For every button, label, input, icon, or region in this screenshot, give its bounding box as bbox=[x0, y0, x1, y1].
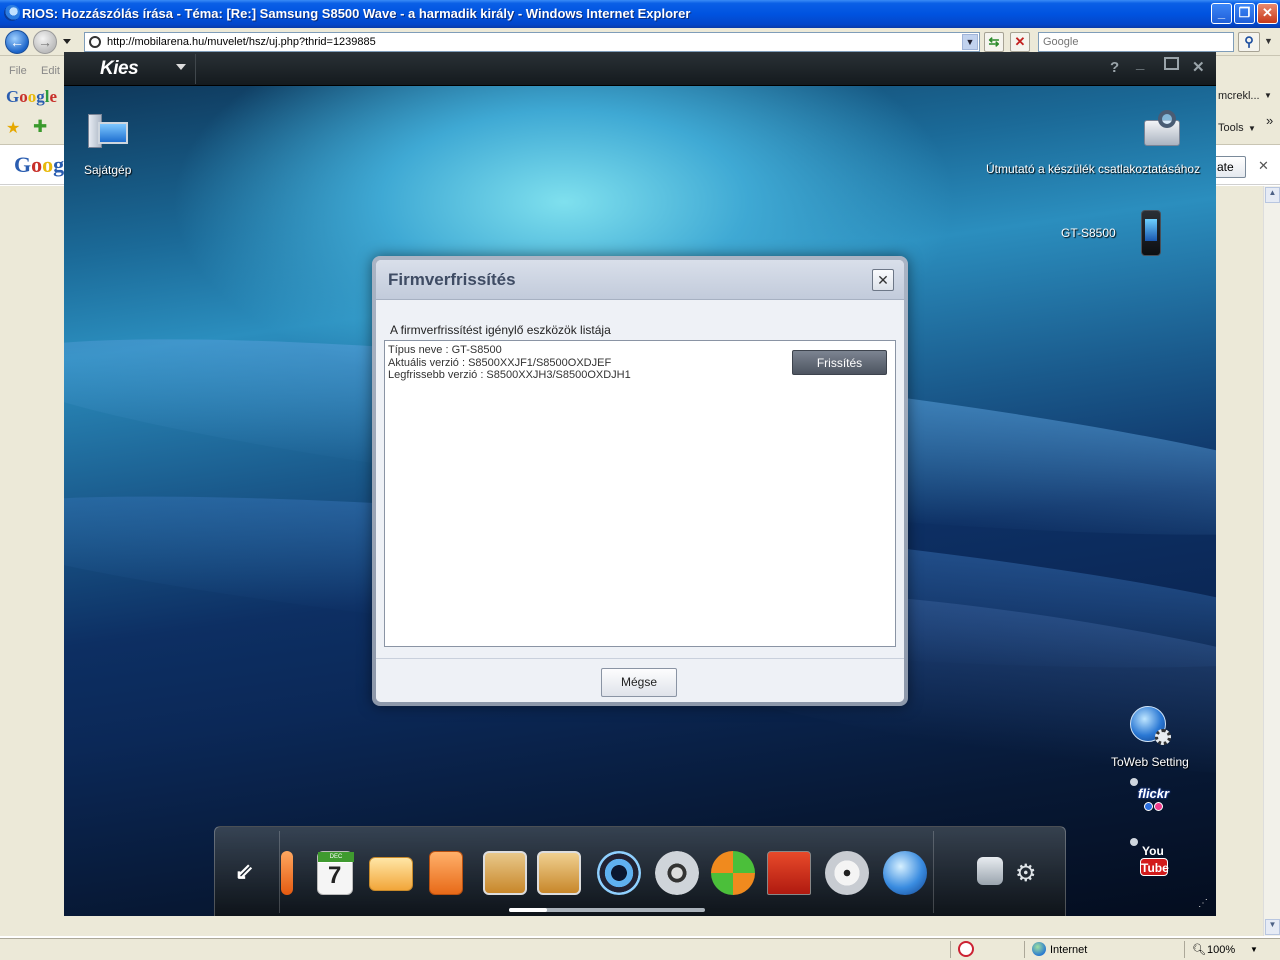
kies-window: Kies ? _ ✕ Sajátgép Útmutató a készülék … bbox=[64, 52, 1216, 916]
firmware-dialog: Firmverfrissítés ✕ A firmverfrissítést i… bbox=[372, 256, 908, 706]
kies-menu-dropdown-icon bbox=[176, 64, 186, 70]
latest-version: Legfrissebb verzió : S8500XXJH3/S8500OXD… bbox=[388, 369, 631, 381]
video-icon[interactable] bbox=[655, 851, 699, 895]
youtube-label-bottom: Tube bbox=[1140, 858, 1169, 876]
youtube-label-top: You bbox=[1142, 844, 1164, 858]
favorites-star-icon[interactable]: ★ bbox=[6, 118, 20, 138]
photo-edit-icon[interactable] bbox=[537, 851, 581, 895]
search-input[interactable] bbox=[1043, 34, 1223, 50]
more-chevron-icon[interactable]: » bbox=[1266, 113, 1273, 128]
dialog-footer: Mégse bbox=[376, 658, 904, 702]
flickr-icon[interactable]: flickr bbox=[1136, 786, 1176, 816]
google-toolbar-overflow[interactable]: mcrekl... bbox=[1218, 90, 1260, 102]
kies-logo: Kies bbox=[100, 58, 139, 79]
resize-grip-icon[interactable]: ⋰ bbox=[1198, 898, 1208, 909]
search-options-icon[interactable]: ▼ bbox=[1264, 36, 1273, 46]
back-button[interactable]: ← bbox=[5, 30, 29, 54]
youtube-icon[interactable]: You Tube bbox=[1140, 844, 1170, 880]
dock-scrollbar[interactable] bbox=[509, 908, 705, 912]
current-version: Aktuális verzió : S8500XXJF1/S8500OXDJEF bbox=[388, 357, 612, 369]
calendar-icon[interactable]: DEC 7 bbox=[317, 851, 354, 895]
guide-label: Útmutató a készülék csatlakoztatásához bbox=[986, 162, 1201, 176]
import-export-icon[interactable]: ⇙ bbox=[235, 859, 253, 885]
vertical-scrollbar[interactable]: ▲ ▼ bbox=[1263, 186, 1280, 936]
mail-icon[interactable] bbox=[369, 857, 413, 891]
address-dropdown-icon[interactable]: ▼ bbox=[962, 34, 978, 50]
cancel-button[interactable]: Mégse bbox=[601, 668, 677, 697]
guide-icon[interactable] bbox=[1142, 110, 1186, 150]
blocked-icon[interactable] bbox=[958, 941, 974, 957]
calendar-month: DEC bbox=[318, 852, 354, 862]
update-button[interactable]: Frissítés bbox=[792, 350, 887, 375]
zoom-dropdown-icon[interactable]: ▼ bbox=[1250, 945, 1258, 954]
stop-button[interactable]: ✕ bbox=[1010, 32, 1030, 52]
scroll-down-icon[interactable]: ▼ bbox=[1265, 919, 1280, 935]
flickr-label: flickr bbox=[1138, 786, 1170, 801]
device-label: GT-S8500 bbox=[1061, 226, 1116, 240]
my-computer-icon[interactable] bbox=[84, 112, 132, 154]
kies-topbar: Kies ? _ ✕ bbox=[64, 52, 1216, 86]
infobar-action-label: ate bbox=[1217, 160, 1234, 174]
phone-device-icon[interactable] bbox=[1141, 210, 1161, 256]
my-computer-label: Sajátgép bbox=[84, 163, 132, 177]
address-field[interactable]: http://mobilarena.hu/muvelet/hsz/uj.php?… bbox=[84, 32, 980, 52]
photo-icon[interactable] bbox=[483, 851, 527, 895]
dialog-close-button[interactable]: ✕ bbox=[872, 269, 894, 291]
device-list-caption: A firmverfrissítést igénylő eszközök lis… bbox=[390, 323, 611, 337]
add-favorite-icon[interactable]: ✚ bbox=[33, 117, 47, 137]
chevron-down-icon[interactable]: ▼ bbox=[1264, 91, 1272, 100]
address-url: http://mobilarena.hu/muvelet/hsz/uj.php?… bbox=[107, 36, 376, 48]
tools-dropdown-icon[interactable]: ▼ bbox=[1248, 124, 1256, 133]
sync-icon[interactable] bbox=[711, 851, 755, 895]
refresh-button[interactable]: ⇆ bbox=[984, 32, 1004, 52]
calendar-day: 7 bbox=[328, 862, 342, 889]
disc-icon[interactable] bbox=[825, 851, 869, 895]
kies-dock: ⇙ DEC 7 ⚙ bbox=[214, 826, 1066, 916]
zoom-level[interactable]: 100% bbox=[1207, 944, 1235, 956]
model-name: Típus neve : GT-S8500 bbox=[388, 344, 502, 356]
infobar-close-icon[interactable]: ✕ bbox=[1258, 158, 1269, 174]
history-dropdown-icon[interactable] bbox=[63, 39, 71, 44]
toweb-label: ToWeb Setting bbox=[1111, 755, 1189, 769]
menu-file[interactable]: File bbox=[9, 65, 27, 77]
dialog-header: Firmverfrissítés ✕ bbox=[376, 260, 904, 300]
music-icon[interactable] bbox=[597, 851, 641, 895]
maximize-icon[interactable] bbox=[1164, 57, 1179, 70]
status-bar: Internet 🔍︎ 100% ▼ bbox=[0, 938, 1280, 960]
maximize-button[interactable]: ❐ bbox=[1234, 3, 1255, 24]
close-icon[interactable]: ✕ bbox=[1192, 58, 1205, 76]
minimize-icon[interactable]: _ bbox=[1136, 55, 1144, 72]
help-icon[interactable]: ? bbox=[1110, 59, 1119, 76]
device-list: Típus neve : GT-S8500 Aktuális verzió : … bbox=[384, 340, 896, 647]
web-icon[interactable] bbox=[883, 851, 927, 895]
minimize-button[interactable]: _ bbox=[1211, 3, 1232, 24]
backup-icon[interactable] bbox=[767, 851, 811, 895]
settings-icon[interactable]: ⚙ bbox=[1015, 859, 1037, 888]
toweb-globe-icon[interactable] bbox=[1130, 706, 1171, 745]
window-title: RIOS: Hozzászólás írása - Téma: [Re:] Sa… bbox=[22, 6, 691, 21]
browser-titlebar: RIOS: Hozzászólás írása - Téma: [Re:] Sa… bbox=[0, 0, 1280, 28]
forward-button[interactable]: → bbox=[33, 30, 57, 54]
memo-icon[interactable] bbox=[429, 851, 463, 895]
page-icon bbox=[89, 36, 101, 48]
dialog-title: Firmverfrissítés bbox=[388, 270, 516, 289]
internet-zone-icon bbox=[1032, 942, 1046, 956]
menu-edit[interactable]: Edit bbox=[41, 65, 60, 77]
security-zone: Internet bbox=[1050, 944, 1088, 956]
google-infobar-logo: Goog bbox=[14, 152, 65, 177]
close-button[interactable]: ✕ bbox=[1257, 3, 1278, 24]
youtube-toggle[interactable] bbox=[1130, 838, 1138, 846]
contacts-icon[interactable] bbox=[281, 851, 293, 895]
search-field[interactable] bbox=[1038, 32, 1234, 52]
search-button[interactable]: ⚲ bbox=[1238, 32, 1260, 52]
scroll-up-icon[interactable]: ▲ bbox=[1265, 187, 1280, 203]
kies-menu-button[interactable]: Kies bbox=[72, 54, 196, 84]
ie-logo-icon bbox=[4, 5, 20, 21]
device-transfer-icon[interactable] bbox=[977, 857, 1003, 885]
google-toolbar-logo: Google bbox=[6, 87, 58, 106]
flickr-toggle[interactable] bbox=[1130, 778, 1138, 786]
tools-menu[interactable]: Tools bbox=[1218, 122, 1244, 134]
zoom-icon[interactable]: 🔍︎ bbox=[1192, 943, 1206, 956]
